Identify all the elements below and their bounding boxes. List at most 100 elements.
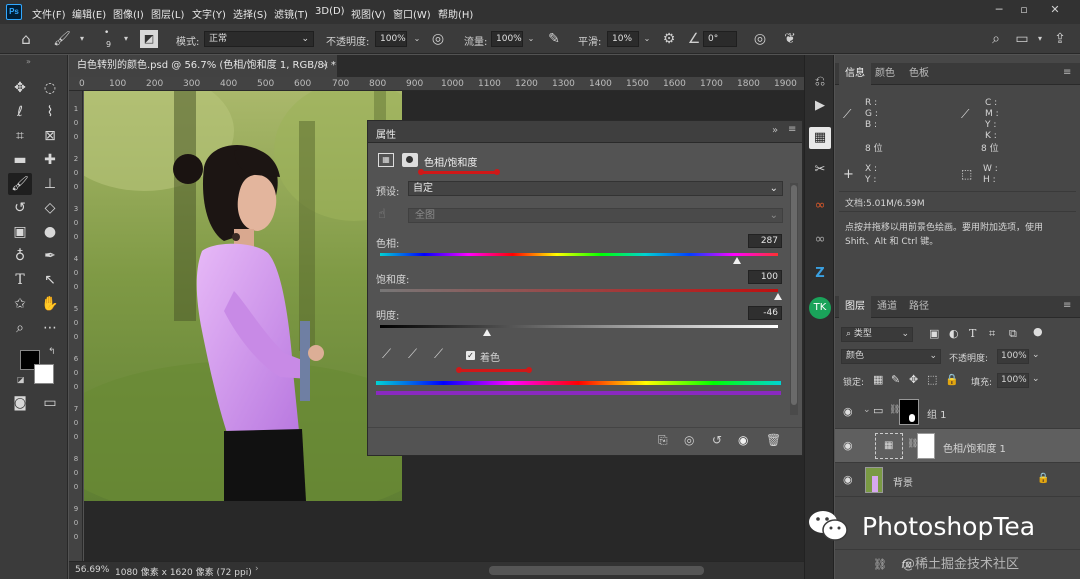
menu-file[interactable]: 文件(F)	[32, 6, 66, 21]
preset-select[interactable]: 自定 ⌄	[408, 181, 783, 196]
layer-row-hue-saturation[interactable]: ◉ ▦ ⛓ 色相/饱和度 1	[835, 429, 1080, 463]
chevron-down-icon[interactable]: ⌄	[637, 29, 657, 49]
filter-smart-icon[interactable]: ⧉	[1009, 327, 1017, 341]
saturation-value-field[interactable]: 100	[748, 270, 782, 284]
tab-layers[interactable]: 图层	[839, 296, 871, 318]
filter-pixel-icon[interactable]: ▣	[929, 327, 939, 340]
panel-collapse-icon[interactable]: »	[772, 125, 778, 136]
screen-mode-icon[interactable]: ▭	[38, 392, 62, 414]
lock-position-icon[interactable]: ✥	[909, 373, 918, 386]
properties-icon[interactable]: ▦	[809, 127, 831, 149]
filter-type-icon[interactable]: T	[969, 327, 976, 340]
type-tool-icon[interactable]: T	[8, 269, 32, 291]
gear-icon[interactable]: ⚙	[659, 29, 679, 49]
lightness-slider-track[interactable]	[380, 325, 778, 328]
chevron-down-icon[interactable]: ⌄	[863, 405, 871, 415]
layer-name[interactable]: 背景	[893, 474, 913, 489]
tab-color[interactable]: 颜色	[869, 63, 901, 85]
channel-select[interactable]: 全图 ⌄	[408, 208, 783, 223]
mode-select[interactable]: 正常 ⌄	[204, 31, 314, 47]
clip-to-layer-icon[interactable]: ⎘	[658, 433, 668, 448]
layer-name[interactable]: 色相/饱和度 1	[943, 440, 1006, 455]
brush-tool-icon[interactable]: 🖌	[8, 173, 32, 195]
more-tools-icon[interactable]: ⋯	[38, 317, 62, 339]
panel-menu-icon[interactable]: ≡	[788, 124, 796, 135]
hue-slider-track[interactable]	[380, 253, 778, 256]
trash-icon[interactable]: 🗑	[766, 433, 781, 447]
plugin-chain-icon[interactable]: ∞	[809, 229, 831, 251]
layer-name[interactable]: 组 1	[927, 406, 947, 421]
blend-mode-select[interactable]: 颜色 ⌄	[841, 349, 941, 364]
menu-view[interactable]: 视图(V)	[351, 6, 386, 21]
zoom-level[interactable]: 56.69%	[75, 565, 109, 575]
filter-adjust-icon[interactable]: ◐	[949, 327, 959, 340]
chevron-right-icon[interactable]: ›	[255, 564, 259, 574]
blur-tool-icon[interactable]: ●	[38, 221, 62, 243]
angle-field[interactable]: 0°	[703, 31, 737, 47]
filter-toggle-icon[interactable]: ●	[1033, 325, 1043, 338]
panel-menu-icon[interactable]: ≡	[1063, 300, 1071, 311]
filter-shape-icon[interactable]: ⌗	[989, 327, 995, 341]
pen-tool-icon[interactable]: ✒	[38, 245, 62, 267]
background-color-swatch[interactable]	[34, 364, 54, 384]
default-colors-icon[interactable]: ◪	[17, 375, 25, 384]
layer-filter-select[interactable]: ⌕ 类型 ⌄	[841, 327, 913, 342]
ruler-tool-icon[interactable]: ▬	[8, 149, 32, 171]
menu-image[interactable]: 图像(I)	[113, 6, 144, 21]
zoom-tool-icon[interactable]: ⌕	[8, 317, 32, 339]
menu-layer[interactable]: 图层(L)	[151, 6, 184, 21]
toolbar-collapse-icon[interactable]: »	[26, 57, 31, 66]
eyedropper-minus-icon[interactable]: ⟋	[434, 347, 443, 362]
panel-scrollbar[interactable]	[790, 183, 798, 415]
layer-opacity-field[interactable]: 100%	[997, 349, 1029, 364]
plugin-link-icon[interactable]: ∞	[809, 195, 831, 217]
frame-tool-icon[interactable]: ⊠	[38, 125, 62, 147]
actions-play-icon[interactable]: ▶	[809, 95, 831, 117]
visibility-icon[interactable]: ◉	[843, 473, 853, 486]
menu-select[interactable]: 选择(S)	[233, 6, 267, 21]
quick-mask-icon[interactable]: ◙	[8, 392, 32, 414]
share-icon[interactable]: ⇪	[1050, 29, 1070, 49]
close-icon[interactable]: ×	[321, 55, 329, 77]
dodge-tool-icon[interactable]: ♁	[8, 245, 32, 267]
tools-preset-icon[interactable]: ✂	[809, 159, 831, 181]
history-brush-icon[interactable]: ↺	[8, 197, 32, 219]
menu-help[interactable]: 帮助(H)	[438, 6, 473, 21]
panel-menu-icon[interactable]: ≡	[1063, 67, 1071, 78]
brush-tool-icon[interactable]: 🖌	[52, 29, 72, 49]
plugin-tk-icon[interactable]: TK	[809, 297, 831, 319]
layer-row-group[interactable]: ◉ ⌄ ▭ ⛓ 组 1	[835, 395, 1080, 429]
hue-value-field[interactable]: 287	[748, 234, 782, 248]
menu-edit[interactable]: 编辑(E)	[72, 6, 106, 21]
flow-field[interactable]: 100%	[491, 31, 523, 47]
hue-slider-thumb[interactable]	[733, 257, 741, 264]
quick-select-icon[interactable]: ⌇	[38, 101, 62, 123]
view-previous-icon[interactable]: ◎	[684, 433, 694, 447]
hand-tool-icon[interactable]: ✋	[38, 293, 62, 315]
visibility-icon[interactable]: ◉	[843, 439, 853, 452]
lock-artboard-icon[interactable]: ⬚	[927, 373, 937, 386]
path-select-icon[interactable]: ↖	[38, 269, 62, 291]
airbrush-icon[interactable]: ✎	[544, 29, 564, 49]
brush-settings-icon[interactable]: ◩	[140, 30, 158, 48]
lasso-tool-icon[interactable]: ℓ	[8, 101, 32, 123]
search-icon[interactable]: ⌕	[986, 29, 1006, 49]
chevron-down-icon[interactable]: ▾	[72, 29, 92, 49]
eyedropper-icon[interactable]: ⟋	[382, 347, 391, 362]
menu-type[interactable]: 文字(Y)	[192, 6, 226, 21]
eyedropper-plus-icon[interactable]: ⟋	[408, 347, 417, 362]
lock-pixels-icon[interactable]: ✎	[891, 373, 900, 386]
document-photo[interactable]	[84, 91, 402, 501]
opacity-field[interactable]: 100%	[375, 31, 407, 47]
menu-3d[interactable]: 3D(D)	[315, 6, 345, 17]
minimize-icon[interactable]: ─	[988, 3, 1010, 17]
tab-info[interactable]: 信息	[839, 63, 871, 85]
marquee-tool-icon[interactable]: ◌	[38, 77, 62, 99]
horizontal-scrollbar[interactable]	[489, 566, 704, 575]
mask-icon[interactable]	[402, 153, 418, 167]
lock-transparent-icon[interactable]: ▦	[873, 373, 883, 386]
move-tool-icon[interactable]: ✥	[8, 77, 32, 99]
tab-paths[interactable]: 路径	[903, 296, 935, 318]
targeted-adjust-icon[interactable]: ☝	[378, 207, 386, 222]
swap-colors-icon[interactable]: ↰	[48, 347, 56, 357]
